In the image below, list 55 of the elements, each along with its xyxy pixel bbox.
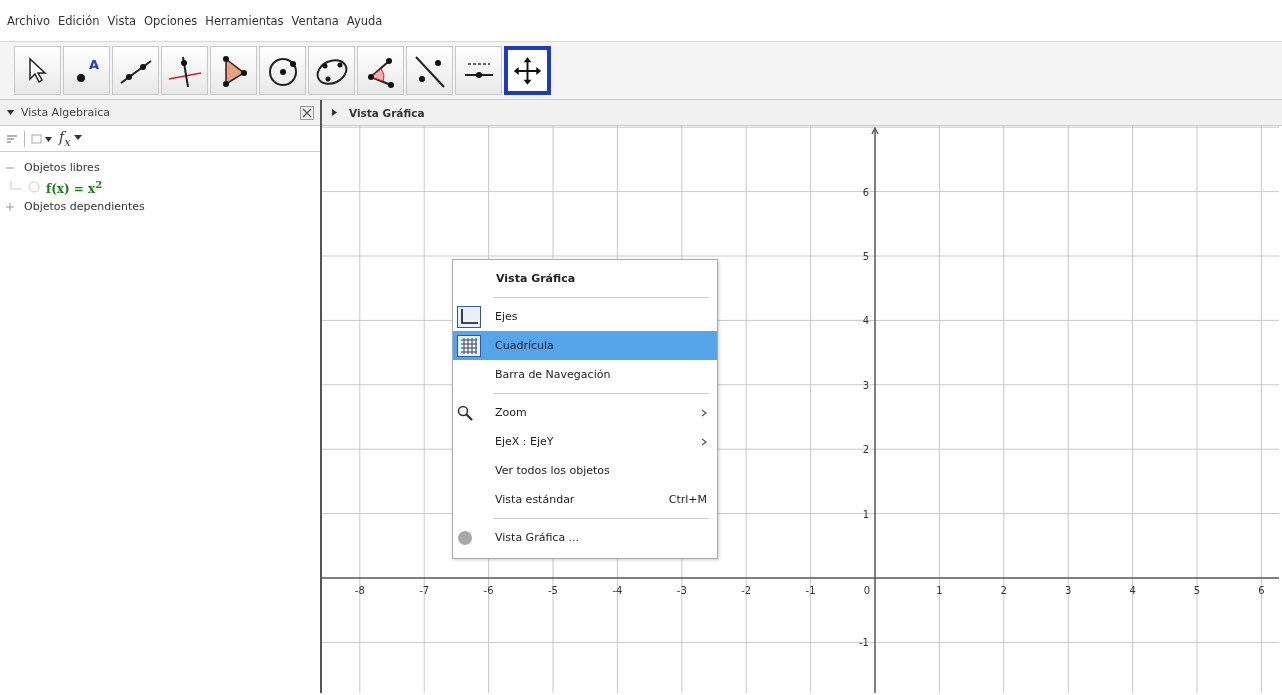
axis-tick-label: 5: [1193, 585, 1201, 596]
close-icon[interactable]: [300, 105, 314, 120]
menu-item[interactable]: Herramientas: [202, 13, 287, 28]
menu-item[interactable]: Vista Gráfica ...: [453, 523, 717, 552]
axis-tick-label: 5: [862, 251, 869, 262]
menu-item[interactable]: Opciones: [140, 13, 201, 28]
axis-tick-label: 4: [1129, 585, 1136, 596]
tree-group-label[interactable]: Objetos dependientes: [24, 200, 145, 213]
axis-tick-label: 1: [862, 508, 869, 520]
menu-item[interactable]: Barra de Navegación: [453, 360, 717, 389]
axis-tick-label: 0: [863, 585, 871, 596]
menu-item[interactable]: Vista: [104, 13, 139, 28]
menu-item[interactable]: Ayuda: [343, 13, 386, 28]
settings-icon: [457, 529, 473, 546]
menu-item[interactable]: EjeX : EjeY: [453, 427, 717, 456]
axis-tick-label: 6: [862, 186, 869, 198]
axis-tick-label: -6: [483, 585, 494, 596]
axis-tick-label: 2: [1000, 585, 1007, 596]
object-style-button[interactable]: [31, 132, 53, 145]
expand-icon[interactable]: [330, 108, 339, 117]
magnifier-icon: [457, 404, 473, 421]
tool-button[interactable]: [504, 46, 551, 95]
panel-title: Vista Gráfica: [349, 106, 425, 119]
input-help-button[interactable]: f$_{x}$: [59, 128, 82, 149]
axis-tick-label: -2: [741, 585, 752, 596]
axis-tick-label: -3: [676, 585, 687, 596]
menu-item[interactable]: Edición: [55, 13, 103, 28]
axis-tick-label: 6: [1258, 585, 1265, 596]
axis-tick-label: 3: [1065, 585, 1072, 596]
axis-tick-label: -4: [612, 585, 623, 596]
caret-icon: [73, 135, 82, 142]
tree-line-icon: [10, 181, 22, 193]
menu-item[interactable]: Archivo: [4, 13, 53, 28]
function-definition[interactable]: f(x) = x$^{2}$: [46, 178, 103, 196]
visibility-toggle-icon[interactable]: [28, 181, 40, 193]
menu-title: Vista Gráfica: [495, 271, 577, 287]
menu-item[interactable]: Ejes: [453, 302, 717, 331]
axis-tick-label: -1: [859, 637, 869, 649]
menu-item[interactable]: Vista estándar Ctrl+M: [453, 485, 717, 514]
axis-tick-label: -8: [354, 585, 365, 596]
object-caret-icon: [31, 132, 53, 145]
axis-tick-label: 4: [862, 315, 869, 327]
menu-item[interactable]: Ventana: [288, 13, 342, 28]
collapse-icon[interactable]: [6, 108, 15, 117]
axis-tick-label: -5: [548, 585, 558, 596]
panel-title: Vista Algebraica: [21, 106, 112, 119]
tree-group-label[interactable]: Objetos libres: [24, 161, 100, 174]
axis-tick-label: -1: [805, 585, 816, 596]
axis-tick-label: 3: [862, 379, 869, 391]
axis-tick-label: -7: [419, 585, 430, 596]
menu-item[interactable]: Cuadrícula: [453, 331, 717, 360]
axis-tick-label: 1: [936, 585, 943, 596]
axis-tick-label: 2: [862, 444, 869, 456]
menu-item[interactable]: Zoom: [453, 398, 717, 427]
menu-item[interactable]: Ver todos los objetos: [453, 456, 717, 485]
